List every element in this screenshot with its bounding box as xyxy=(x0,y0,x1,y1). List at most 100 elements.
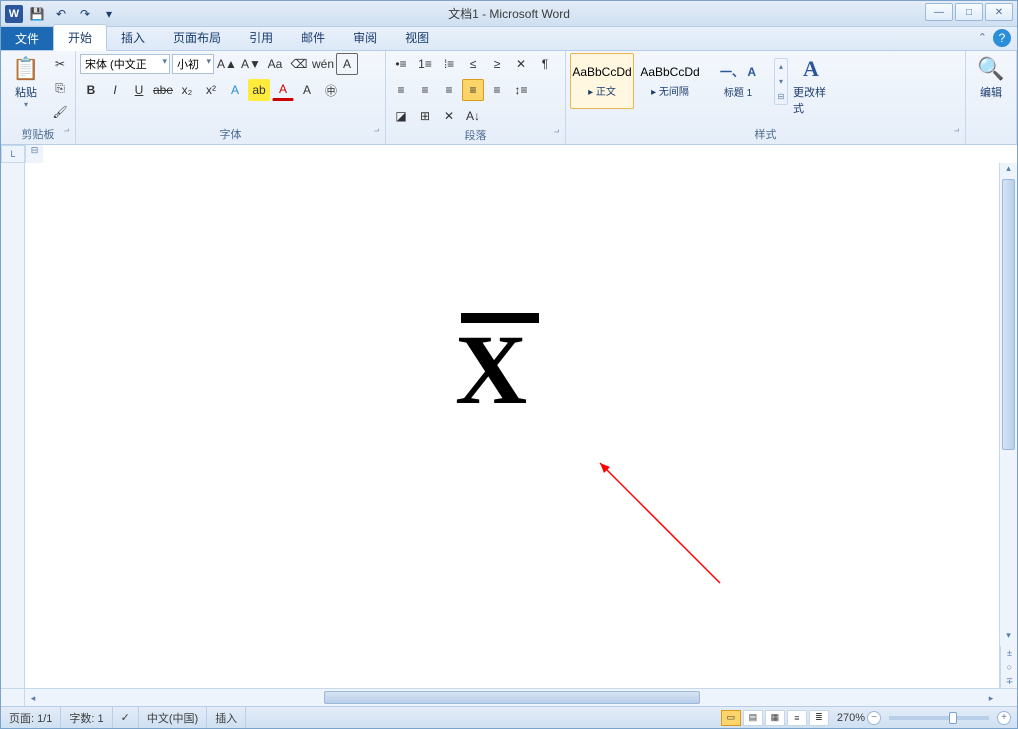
file-tab[interactable]: 文件 xyxy=(1,27,53,50)
next-page-button[interactable]: ∓ xyxy=(1001,674,1017,688)
phonetic-button[interactable]: wén xyxy=(312,53,334,75)
char-shading-button[interactable]: A xyxy=(296,79,318,101)
show-marks-button[interactable]: ¶ xyxy=(534,53,556,75)
format-painter-button[interactable]: 🖌 xyxy=(49,101,71,123)
prev-page-button[interactable]: ± xyxy=(1001,646,1017,660)
view-fullscreen-button[interactable]: ▤ xyxy=(743,710,763,726)
style-heading1[interactable]: 一、 A 标题 1 xyxy=(706,53,770,109)
style-preview: 一、 A xyxy=(720,63,756,80)
scrollbar-horizontal[interactable]: ◂ ▸ xyxy=(1,688,1017,706)
style-preview: AaBbCcDd xyxy=(640,65,699,79)
page-viewport[interactable]: X xyxy=(25,163,1017,688)
view-outline-button[interactable]: ≡ xyxy=(787,710,807,726)
save-button[interactable]: 💾 xyxy=(27,4,47,24)
align-center-button[interactable]: ≡ xyxy=(414,79,436,101)
paste-button[interactable]: 📋 粘贴 ▾ xyxy=(5,53,47,112)
help-button[interactable]: ? xyxy=(993,29,1011,47)
ruler-vertical[interactable] xyxy=(1,163,25,688)
view-draft-button[interactable]: ≣ xyxy=(809,710,829,726)
status-words[interactable]: 字数: 1 xyxy=(61,707,112,728)
char-border-button[interactable]: A xyxy=(336,53,358,75)
status-mode[interactable]: 插入 xyxy=(207,707,246,728)
font-color-button[interactable]: A xyxy=(272,79,294,101)
font-size-dropdown[interactable]: 小初 xyxy=(172,54,214,74)
qat-more-button[interactable]: ▾ xyxy=(99,4,119,24)
style-normal[interactable]: AaBbCcDd ▸ 正文 xyxy=(570,53,634,109)
increase-indent-button[interactable]: ≥ xyxy=(486,53,508,75)
view-web-button[interactable]: ▦ xyxy=(765,710,785,726)
ruler-corner[interactable]: L xyxy=(1,145,25,163)
document-content[interactable]: X xyxy=(455,313,539,415)
ribbon-toggle-button[interactable]: ⌃ xyxy=(978,31,987,44)
superscript-button[interactable]: x² xyxy=(200,79,222,101)
redo-button[interactable]: ↷ xyxy=(75,4,95,24)
subscript-button[interactable]: x₂ xyxy=(176,79,198,101)
zoom-slider[interactable] xyxy=(889,716,989,720)
numbering-button[interactable]: 1≡ xyxy=(414,53,436,75)
justify-button[interactable]: ≡ xyxy=(462,79,484,101)
underline-button[interactable]: U xyxy=(128,79,150,101)
undo-button[interactable]: ↶ xyxy=(51,4,71,24)
tab-review[interactable]: 审阅 xyxy=(339,25,391,50)
scroll-track[interactable] xyxy=(1000,179,1017,630)
tab-mailings[interactable]: 邮件 xyxy=(287,25,339,50)
sort-button[interactable]: A↓ xyxy=(462,105,484,127)
cut-button[interactable]: ✂ xyxy=(49,53,71,75)
scroll-right-button[interactable]: ▸ xyxy=(983,689,999,706)
tab-references[interactable]: 引用 xyxy=(235,25,287,50)
align-left-button[interactable]: ≡ xyxy=(390,79,412,101)
browse-object-button[interactable]: ○ xyxy=(1001,660,1017,674)
tab-view[interactable]: 视图 xyxy=(391,25,443,50)
tab-home[interactable]: 开始 xyxy=(53,24,107,51)
status-page[interactable]: 页面: 1/1 xyxy=(1,707,61,728)
align-right-button[interactable]: ≡ xyxy=(438,79,460,101)
bold-button[interactable]: B xyxy=(80,79,102,101)
borders-button[interactable]: ⊞ xyxy=(414,105,436,127)
style-gallery-more[interactable]: ▴ ▾ ⊟ xyxy=(774,58,788,105)
italic-button[interactable]: I xyxy=(104,79,126,101)
text-effects-button[interactable]: A xyxy=(224,79,246,101)
change-case-button[interactable]: Aa xyxy=(264,53,286,75)
scroll-thumb[interactable] xyxy=(1002,179,1015,450)
multilevel-button[interactable]: ⁞≡ xyxy=(438,53,460,75)
find-button[interactable]: 🔍 编辑 xyxy=(970,53,1012,103)
status-bar: 页面: 1/1 字数: 1 ✓ 中文(中国) 插入 ▭ ▤ ▦ ≡ ≣ 270%… xyxy=(1,706,1017,728)
asian-layout2-button[interactable]: ✕ xyxy=(438,105,460,127)
minimize-button[interactable]: — xyxy=(925,3,953,21)
scroll-up-button[interactable]: ▴ xyxy=(1000,163,1017,179)
bullets-button[interactable]: •≡ xyxy=(390,53,412,75)
zoom-out-button[interactable]: − xyxy=(867,711,881,725)
change-styles-button[interactable]: A 更改样式 xyxy=(790,53,832,119)
scroll-h-thumb[interactable] xyxy=(324,691,701,704)
tab-layout[interactable]: 页面布局 xyxy=(159,25,235,50)
shading-button[interactable]: ◪ xyxy=(390,105,412,127)
scrollbar-vertical[interactable]: ▴ ▾ ± ○ ∓ xyxy=(999,163,1017,688)
scroll-left-button[interactable]: ◂ xyxy=(25,689,41,706)
font-name-dropdown[interactable]: 宋体 (中文正 xyxy=(80,54,170,74)
maximize-button[interactable]: □ xyxy=(955,3,983,21)
scroll-h-track[interactable] xyxy=(41,689,983,706)
clear-format-button[interactable]: ⌫ xyxy=(288,53,310,75)
asian-layout-button[interactable]: ✕ xyxy=(510,53,532,75)
copy-button[interactable]: ⎘ xyxy=(49,77,71,99)
highlight-button[interactable]: ab xyxy=(248,79,270,101)
enclose-char-button[interactable]: ㊥ xyxy=(320,79,342,101)
tab-insert[interactable]: 插入 xyxy=(107,25,159,50)
line-spacing-button[interactable]: ↕≡ xyxy=(510,79,532,101)
strike-button[interactable]: abe xyxy=(152,79,174,101)
status-language[interactable]: 中文(中国) xyxy=(139,707,207,728)
close-button[interactable]: ✕ xyxy=(985,3,1013,21)
ribbon: 📋 粘贴 ▾ ✂ ⎘ 🖌 剪贴板 宋体 (中文正 小初 A▲ A▼ xyxy=(1,51,1017,145)
style-nospace[interactable]: AaBbCcDd ▸ 无间隔 xyxy=(638,53,702,109)
status-proofing[interactable]: ✓ xyxy=(113,707,139,728)
grow-font-button[interactable]: A▲ xyxy=(216,53,238,75)
zoom-knob[interactable] xyxy=(949,712,957,724)
distribute-button[interactable]: ≡ xyxy=(486,79,508,101)
zoom-in-button[interactable]: + xyxy=(997,711,1011,725)
zoom-value[interactable]: 270% xyxy=(837,712,865,724)
ruler-toggle-button[interactable]: ⊟ xyxy=(25,145,43,163)
scroll-down-button[interactable]: ▾ xyxy=(1000,630,1017,646)
decrease-indent-button[interactable]: ≤ xyxy=(462,53,484,75)
shrink-font-button[interactable]: A▼ xyxy=(240,53,262,75)
view-print-button[interactable]: ▭ xyxy=(721,710,741,726)
